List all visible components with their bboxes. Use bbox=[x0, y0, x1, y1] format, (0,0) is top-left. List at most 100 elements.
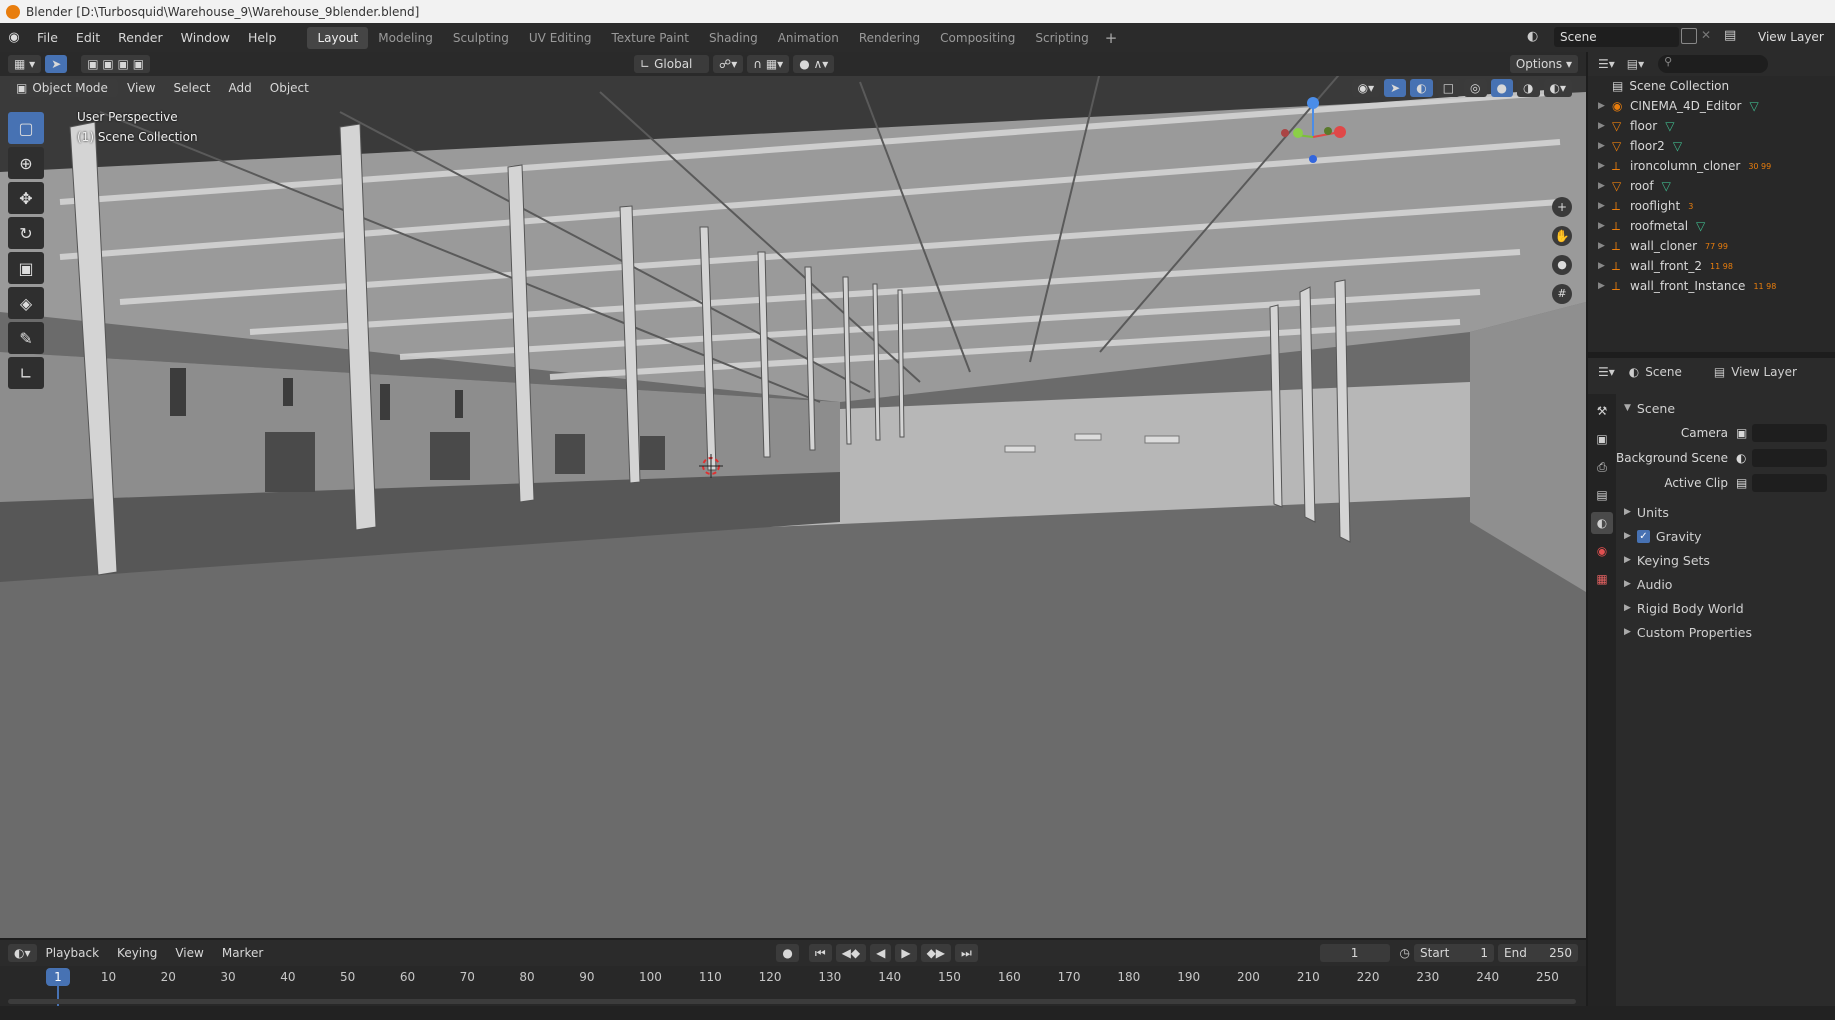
texture-props-icon[interactable]: ▦ bbox=[1591, 568, 1613, 590]
scene-selector[interactable]: Scene bbox=[1554, 27, 1679, 47]
annotate-tool-icon[interactable]: ✎ bbox=[8, 322, 44, 354]
outliner-item[interactable]: ▶ ▽ floor2 ▽ bbox=[1588, 136, 1835, 156]
render-tab-icon[interactable]: ▣ bbox=[1591, 428, 1613, 450]
expand-arrow-icon[interactable]: ▶ bbox=[1598, 101, 1612, 111]
child-count-badge[interactable]: 30 99 bbox=[1748, 162, 1771, 171]
shading-solid-icon[interactable]: ● bbox=[1490, 79, 1514, 97]
outliner-editor-icon[interactable]: ☰▾ bbox=[1598, 57, 1615, 71]
outliner-root[interactable]: ▤ Scene Collection bbox=[1588, 76, 1835, 96]
tab-animation[interactable]: Animation bbox=[768, 27, 849, 49]
menu-edit[interactable]: Edit bbox=[67, 30, 109, 45]
viewport-menu-object[interactable]: Object bbox=[261, 81, 318, 95]
scene-type-icon[interactable]: ◐ bbox=[1527, 29, 1538, 44]
audio-panel-header[interactable]: ▶ Audio bbox=[1616, 572, 1835, 596]
select-box-icon[interactable]: ▢ bbox=[8, 112, 44, 144]
3d-viewport[interactable]: + ✋ ● # User Perspective (1) Scene Colle… bbox=[0, 52, 1586, 938]
data-icon[interactable]: ▽ bbox=[1662, 179, 1671, 193]
playhead[interactable]: 1 bbox=[46, 968, 70, 986]
expand-arrow-icon[interactable]: ▶ bbox=[1598, 161, 1612, 171]
transform-orientation-dropdown[interactable]: ∟ Global bbox=[634, 55, 710, 73]
units-panel-header[interactable]: ▶ Units bbox=[1616, 500, 1835, 524]
child-count-badge[interactable]: 11 98 bbox=[1710, 262, 1733, 271]
view-layer-tab-label[interactable]: View Layer bbox=[1731, 365, 1797, 379]
jump-end-icon[interactable]: ⏭ bbox=[955, 944, 978, 962]
outliner-search-input[interactable]: ⚲ bbox=[1658, 55, 1769, 73]
proportional-edit-icon[interactable]: ● ∧▾ bbox=[793, 55, 835, 73]
view-layer-props-icon[interactable]: ▤ bbox=[1591, 484, 1613, 506]
view-layer-selector[interactable]: View Layer bbox=[1752, 27, 1834, 47]
scene-tab-label[interactable]: Scene bbox=[1645, 365, 1682, 379]
snap-icon[interactable]: ∩ ▦▾ bbox=[747, 55, 790, 73]
viewport-menu-select[interactable]: Select bbox=[164, 81, 219, 95]
tab-uv-editing[interactable]: UV Editing bbox=[519, 27, 602, 49]
select-tool-icon[interactable]: ➤ bbox=[45, 55, 68, 73]
timeline-ruler[interactable]: 10 20 30 40 50 60 70 80 90 100 110 120 130 140 150 160 1… bbox=[0, 966, 1586, 1006]
active-clip-field[interactable] bbox=[1752, 474, 1827, 492]
next-keyframe-icon[interactable]: ◆▶ bbox=[920, 944, 952, 962]
properties-editor-icon[interactable]: ☰▾ bbox=[1598, 365, 1615, 379]
new-scene-icon[interactable] bbox=[1681, 28, 1697, 44]
tab-rendering[interactable]: Rendering bbox=[849, 27, 930, 49]
viewport-menu-view[interactable]: View bbox=[118, 81, 164, 95]
shading-rendered-icon[interactable]: ◐▾ bbox=[1543, 79, 1572, 97]
jump-start-icon[interactable]: ⏮ bbox=[808, 944, 832, 962]
shading-wireframe-icon[interactable]: ◎ bbox=[1464, 79, 1487, 97]
camera-view-icon[interactable]: ● bbox=[1552, 255, 1572, 275]
cursor-tool-icon[interactable]: ⊕ bbox=[8, 147, 44, 179]
outliner-item[interactable]: ▶ ⟂ wall_front_Instance 11 98 bbox=[1588, 276, 1835, 296]
data-icon[interactable]: ▽ bbox=[1665, 119, 1674, 133]
measure-tool-icon[interactable]: ∟ bbox=[8, 357, 44, 389]
editor-type-icon[interactable]: ▦ ▾ bbox=[8, 55, 42, 73]
overlays-icon[interactable]: ◐ bbox=[1410, 79, 1433, 97]
expand-arrow-icon[interactable]: ▶ bbox=[1598, 221, 1612, 231]
start-frame-field[interactable]: Start 1 bbox=[1414, 944, 1494, 962]
tab-compositing[interactable]: Compositing bbox=[930, 27, 1025, 49]
outliner-item[interactable]: ▶ ▽ floor ▽ bbox=[1588, 116, 1835, 136]
expand-arrow-icon[interactable]: ▶ bbox=[1598, 241, 1612, 251]
outliner-item[interactable]: ▶ ⟂ wall_cloner 77 99 bbox=[1588, 236, 1835, 256]
menu-window[interactable]: Window bbox=[172, 30, 239, 45]
child-count-badge[interactable]: 11 98 bbox=[1753, 282, 1776, 291]
rotate-tool-icon[interactable]: ↻ bbox=[8, 217, 44, 249]
data-icon[interactable]: ▽ bbox=[1673, 139, 1682, 153]
outliner-display-mode-icon[interactable]: ▤▾ bbox=[1627, 57, 1644, 71]
data-icon[interactable]: ▽ bbox=[1696, 219, 1705, 233]
outliner-item[interactable]: ▶ ⟂ rooflight 3 bbox=[1588, 196, 1835, 216]
outliner-item[interactable]: ▶ ⟂ ironcolumn_cloner 30 99 bbox=[1588, 156, 1835, 176]
outliner-item[interactable]: ▶ ◉ CINEMA_4D_Editor ▽ bbox=[1588, 96, 1835, 116]
world-props-icon[interactable]: ◉ bbox=[1591, 540, 1613, 562]
output-tab-icon[interactable]: ⎙ bbox=[1591, 456, 1613, 478]
child-count-badge[interactable]: 3 bbox=[1688, 202, 1693, 211]
tab-layout[interactable]: Layout bbox=[307, 26, 369, 49]
view-layer-tab-icon[interactable]: ▤ bbox=[1714, 365, 1725, 379]
pan-hand-icon[interactable]: ✋ bbox=[1552, 226, 1572, 246]
expand-arrow-icon[interactable]: ▶ bbox=[1598, 141, 1612, 151]
expand-arrow-icon[interactable]: ▶ bbox=[1598, 181, 1612, 191]
timeline-menu-keying[interactable]: Keying bbox=[108, 946, 166, 960]
data-icon[interactable]: ▽ bbox=[1749, 99, 1758, 113]
shading-material-icon[interactable]: ◑ bbox=[1517, 79, 1540, 97]
expand-arrow-icon[interactable]: ▶ bbox=[1598, 281, 1612, 291]
outliner-item[interactable]: ▶ ⟂ wall_front_2 11 98 bbox=[1588, 256, 1835, 276]
menu-help[interactable]: Help bbox=[239, 30, 286, 45]
gravity-checkbox[interactable]: ✓ bbox=[1636, 529, 1650, 543]
menu-file[interactable]: File bbox=[28, 30, 67, 45]
expand-arrow-icon[interactable]: ▶ bbox=[1598, 261, 1612, 271]
rigid-body-world-panel-header[interactable]: ▶ Rigid Body World bbox=[1616, 596, 1835, 620]
outliner-item[interactable]: ▶ ▽ roof ▽ bbox=[1588, 176, 1835, 196]
current-frame-field[interactable]: 1 bbox=[1319, 944, 1390, 962]
menu-render[interactable]: Render bbox=[109, 30, 172, 45]
add-workspace-icon[interactable]: + bbox=[1099, 29, 1124, 47]
pivot-icon[interactable]: ☍▾ bbox=[713, 55, 744, 73]
play-reverse-icon[interactable]: ◀ bbox=[870, 944, 892, 962]
timeline-scrollbar[interactable] bbox=[8, 999, 1576, 1004]
zoom-icon[interactable]: + bbox=[1552, 197, 1572, 217]
blender-menu-icon[interactable]: ◉ bbox=[0, 30, 28, 45]
navigation-gizmo[interactable] bbox=[1268, 97, 1358, 187]
child-count-badge[interactable]: 77 99 bbox=[1705, 242, 1728, 251]
ortho-grid-icon[interactable]: # bbox=[1552, 284, 1572, 304]
prev-keyframe-icon[interactable]: ◀◆ bbox=[835, 944, 867, 962]
timeline-menu-marker[interactable]: Marker bbox=[213, 946, 272, 960]
scene-props-icon[interactable]: ◐ bbox=[1591, 512, 1613, 534]
viewport-menu-add[interactable]: Add bbox=[220, 81, 261, 95]
